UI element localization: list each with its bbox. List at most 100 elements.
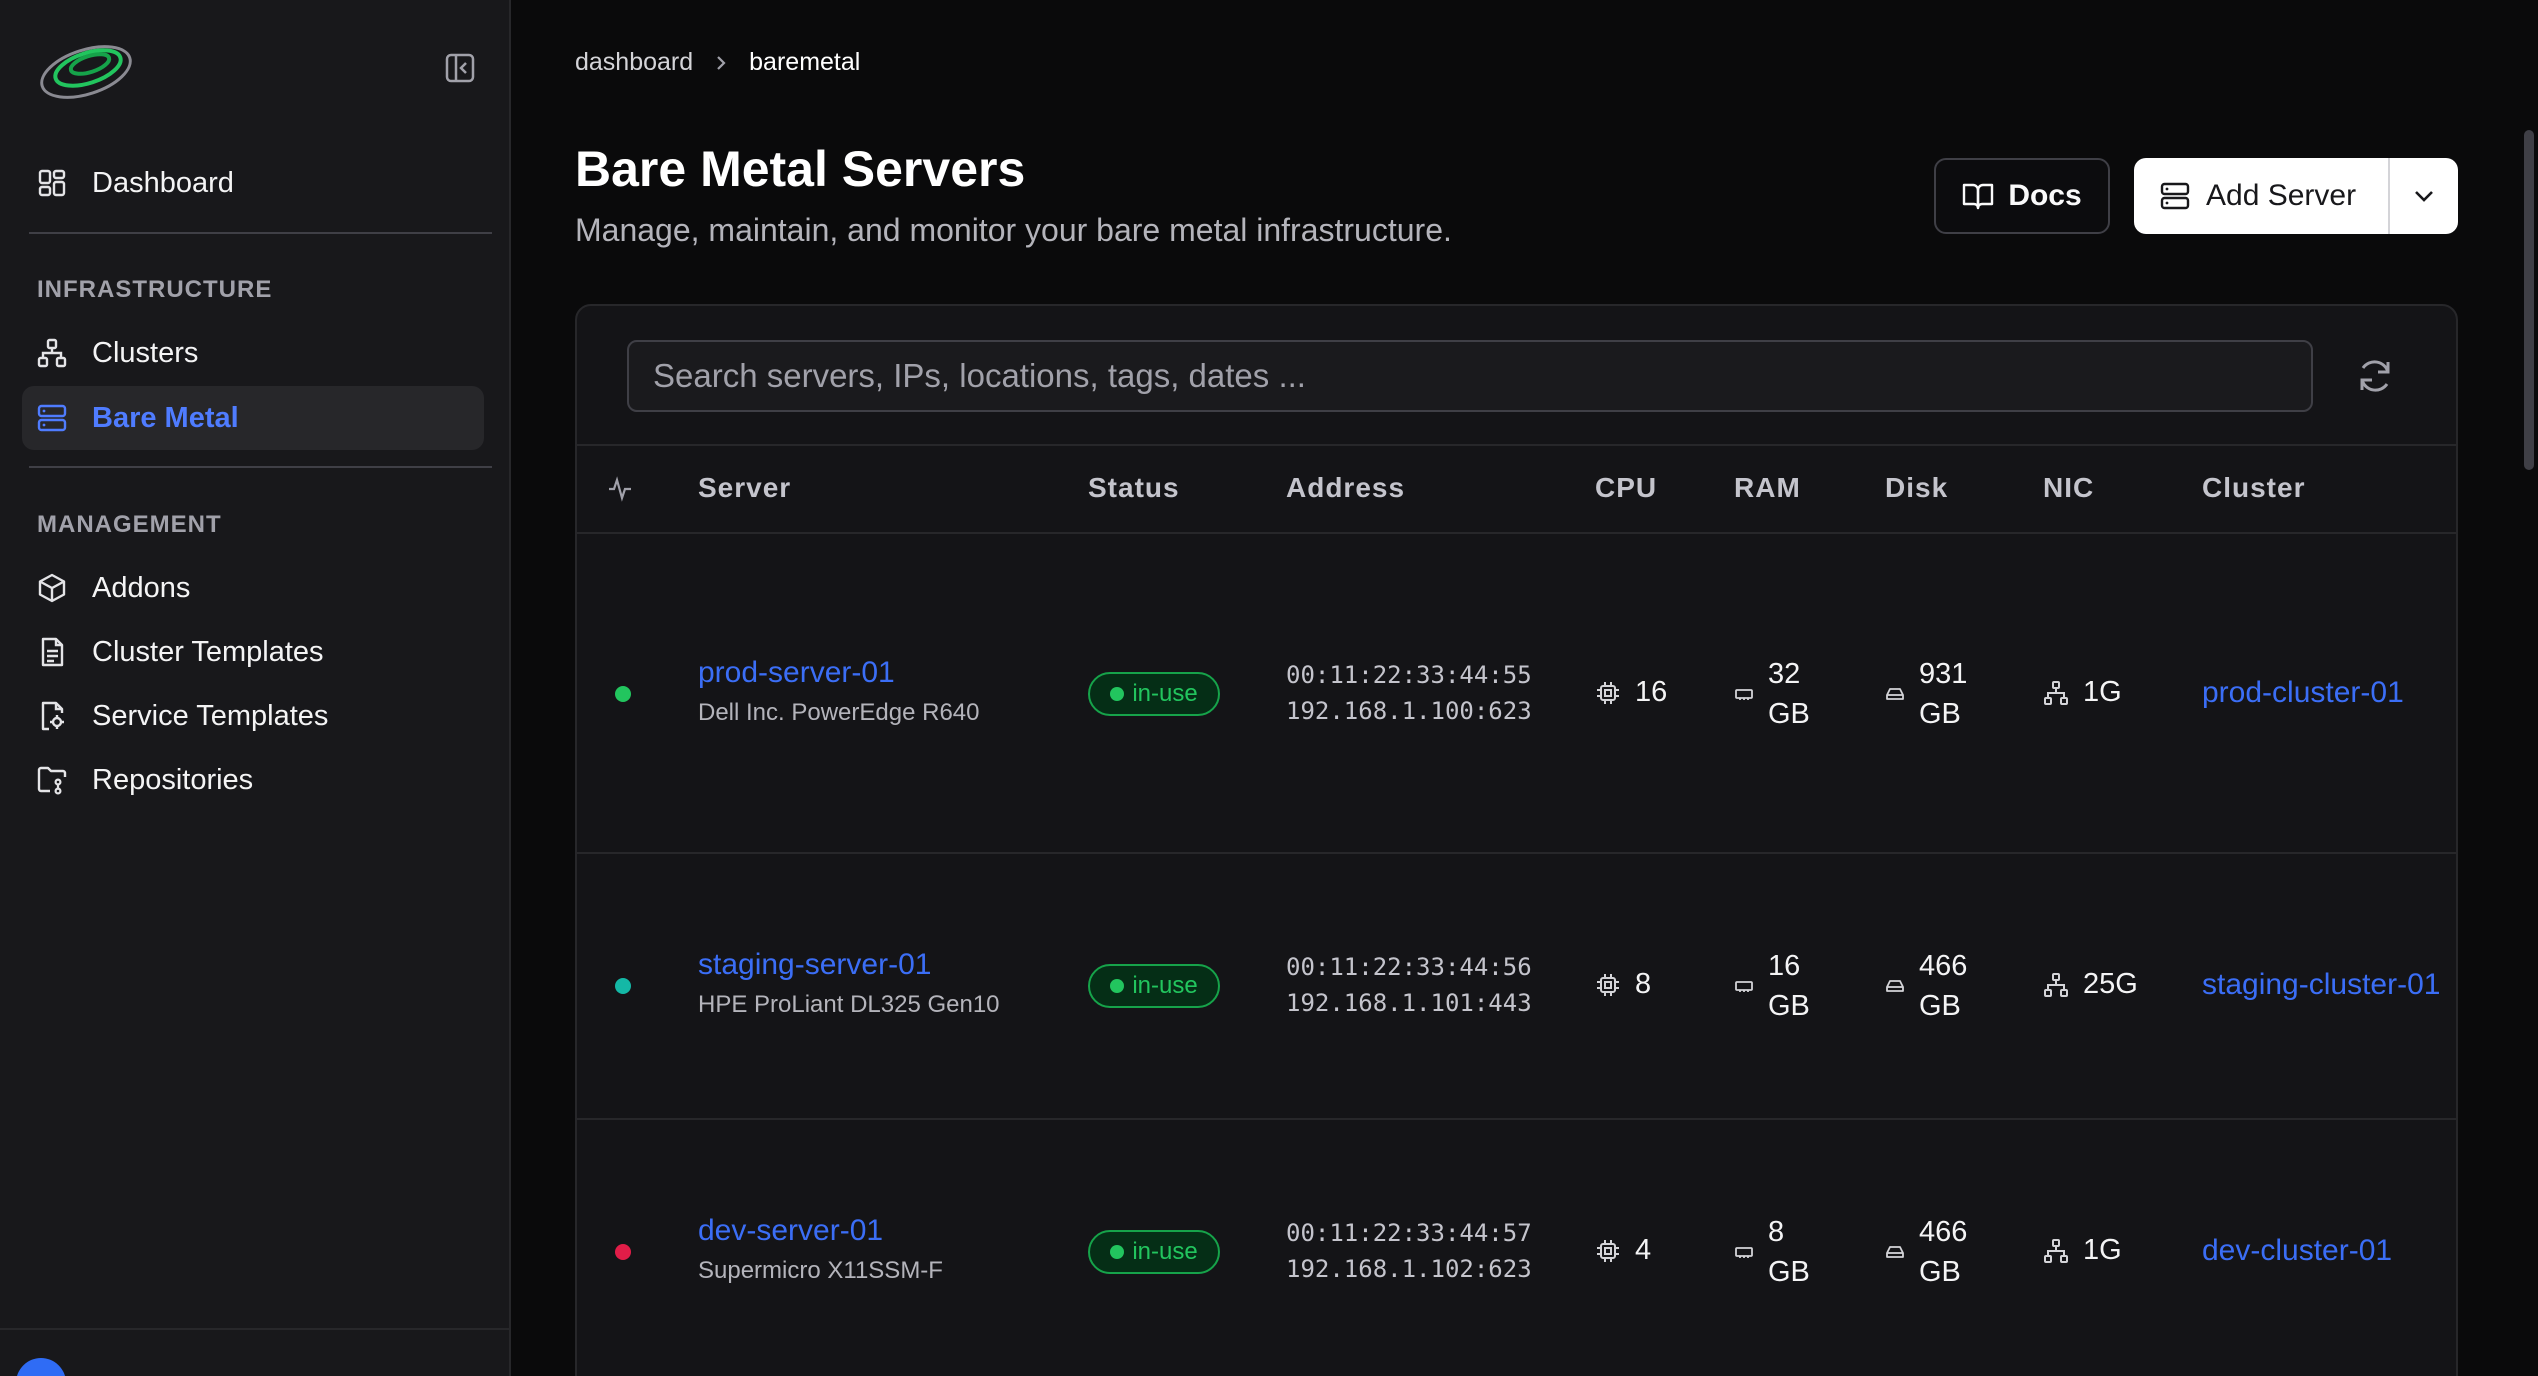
mac-address: 00:11:22:33:44:57 [1286,1219,1532,1247]
cpu-icon [1595,972,1621,998]
add-server-split-button: Add Server [2134,158,2458,234]
health-dot [615,1244,631,1260]
hard-drive-icon [1885,686,1905,702]
memory-icon [1734,1244,1754,1260]
divider [0,1328,511,1330]
disk-value: 466 [1919,950,1968,982]
sidebar-item-bare-metal[interactable]: Bare Metal [22,386,484,450]
section-heading-infrastructure: INFRASTRUCTURE [37,276,273,303]
server-name-link[interactable]: staging-server-01 [698,948,931,982]
sidebar-item-label: Service Templates [92,699,329,732]
column-header-ram[interactable]: RAM [1734,472,1801,504]
sidebar-collapse-icon[interactable] [444,52,476,84]
server-model: Supermicro X11SSM-F [698,1257,943,1284]
cpu-cell: 4 [1595,1234,1651,1267]
ram-cell: 16 GB [1734,946,1810,1026]
package-icon [36,572,68,604]
disk-value: 466 [1919,1216,1968,1248]
divider [29,466,492,468]
add-server-menu-button[interactable] [2390,158,2458,234]
sidebar-item-label: Dashboard [92,166,234,199]
sidebar-item-clusters[interactable]: Clusters [22,321,484,385]
network-icon [2043,680,2069,706]
ram-value: 16 [1768,950,1801,982]
scrollbar[interactable] [2524,130,2534,470]
divider [577,532,2456,534]
status-badge: in-use [1088,1230,1220,1274]
chevron-right-icon [713,54,729,72]
column-header-cluster[interactable]: Cluster [2202,472,2305,504]
ip-address: 192.168.1.100:623 [1286,697,1532,725]
health-dot [615,686,631,702]
file-text-icon [36,636,68,668]
cpu-value: 4 [1635,1234,1652,1266]
network-icon [2043,1238,2069,1264]
divider [29,232,492,234]
sidebar-item-repositories[interactable]: Repositories [22,748,484,812]
nic-cell: 25G [2043,968,2138,1001]
sidebar: Dashboard INFRASTRUCTURE Clusters Bare M… [0,0,511,1376]
sidebar-item-dashboard[interactable]: Dashboard [22,151,484,215]
server-icon [2160,181,2190,211]
column-header-nic[interactable]: NIC [2043,472,2094,504]
cluster-link[interactable]: prod-cluster-01 [2202,676,2404,710]
sidebar-item-addons[interactable]: Addons [22,556,484,620]
server-model: Dell Inc. PowerEdge R640 [698,699,980,726]
ip-address: 192.168.1.101:443 [1286,989,1532,1017]
cluster-link[interactable]: staging-cluster-01 [2202,968,2440,1002]
activity-icon [609,476,631,502]
column-header-cpu[interactable]: CPU [1595,472,1657,504]
status-dot [1110,687,1125,701]
disk-unit: GB [1919,698,1961,730]
add-server-button[interactable]: Add Server [2134,158,2388,234]
book-open-icon [1962,181,1994,211]
status-dot [1110,979,1125,993]
docs-button[interactable]: Docs [1934,158,2110,234]
address-cell: 00:11:22:33:44:56 192.168.1.101:443 [1286,949,1532,1021]
cpu-cell: 16 [1595,676,1667,709]
section-heading-management: MANAGEMENT [37,511,222,538]
sidebar-item-cluster-templates[interactable]: Cluster Templates [22,620,484,684]
memory-icon [1734,686,1754,702]
cpu-icon [1595,680,1621,706]
disk-cell: 466 GB [1885,1212,1967,1292]
address-cell: 00:11:22:33:44:57 192.168.1.102:623 [1286,1215,1532,1287]
search-input[interactable]: Search servers, IPs, locations, tags, da… [627,340,2313,412]
mac-address: 00:11:22:33:44:55 [1286,661,1532,689]
divider [577,1118,2456,1120]
nic-value: 25G [2083,968,2138,1000]
ram-cell: 32 GB [1734,654,1810,734]
status-label: in-use [1132,1238,1198,1265]
address-cell: 00:11:22:33:44:55 192.168.1.100:623 [1286,657,1532,729]
server-model: HPE ProLiant DL325 Gen10 [698,991,1000,1018]
disk-value: 931 [1919,658,1968,690]
breadcrumb-link-dashboard[interactable]: dashboard [575,48,693,77]
divider [577,852,2456,854]
avatar[interactable] [16,1358,66,1376]
column-header-disk[interactable]: Disk [1885,472,1948,504]
column-header-address[interactable]: Address [1286,472,1405,504]
breadcrumb-current: baremetal [749,48,861,76]
cpu-value: 8 [1635,968,1652,1000]
page-subtitle: Manage, maintain, and monitor your bare … [575,212,1452,248]
network-icon [36,337,68,369]
health-dot [615,978,631,994]
logo-icon [40,45,132,99]
dashboard-icon [36,167,68,199]
sidebar-item-label: Repositories [92,763,254,796]
server-name-link[interactable]: dev-server-01 [698,1214,883,1248]
disk-cell: 466 GB [1885,946,1967,1026]
hard-drive-icon [1885,978,1905,994]
column-header-status[interactable]: Status [1088,472,1180,504]
docs-button-label: Docs [2008,179,2082,212]
cluster-link[interactable]: dev-cluster-01 [2202,1234,2392,1268]
ram-unit: GB [1768,990,1810,1022]
nic-value: 1G [2083,676,2122,708]
status-dot [1110,1245,1125,1259]
ip-address: 192.168.1.102:623 [1286,1255,1532,1283]
sidebar-item-service-templates[interactable]: Service Templates [22,684,484,748]
column-header-server[interactable]: Server [698,472,791,504]
refresh-icon[interactable] [2355,356,2395,396]
sidebar-item-label: Cluster Templates [92,635,324,668]
server-name-link[interactable]: prod-server-01 [698,656,895,690]
